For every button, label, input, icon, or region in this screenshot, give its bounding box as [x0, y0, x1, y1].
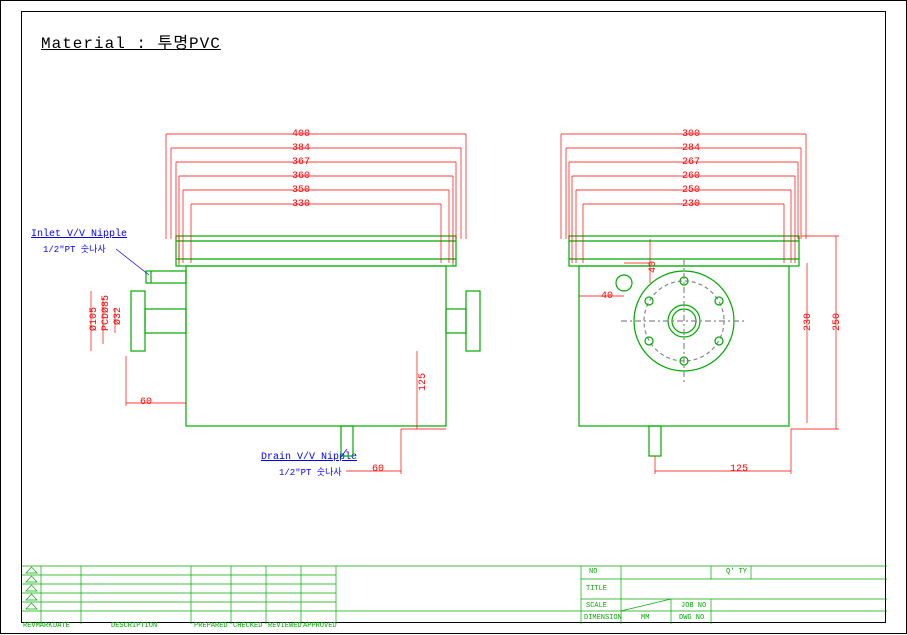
- tb-app: APPROVED: [303, 622, 337, 630]
- tb-no: NO: [589, 568, 597, 576]
- front-dimlines: [91, 134, 466, 474]
- tb-date: DATE: [53, 622, 70, 630]
- tb-revmark: REVMARK: [23, 622, 52, 630]
- tb-dimension: DIMENSION: [584, 614, 622, 622]
- drawing-svg: [1, 1, 907, 635]
- tb-chk: CHECKED: [233, 622, 262, 630]
- tb-prep: PREPARED: [194, 622, 228, 630]
- tb-title: TITLE: [586, 585, 607, 593]
- tb-rev: REVIEWED: [268, 622, 302, 630]
- tb-scale: SCALE: [586, 602, 607, 610]
- drawing-page: Material : 투명PVC 400 384 367 360 350 330…: [0, 0, 907, 634]
- tb-qty: Q' TY: [726, 568, 747, 576]
- front-view: [131, 236, 480, 456]
- tb-dwgno: DWG NO: [679, 614, 704, 622]
- side-view: [569, 236, 799, 456]
- tb-desc: DESCRIPTION: [111, 622, 157, 630]
- side-dimlines: [561, 134, 839, 474]
- tb-mm: MM: [641, 614, 649, 622]
- tb-jobno: JOB NO: [681, 602, 706, 610]
- titleblock-lines: [22, 566, 887, 624]
